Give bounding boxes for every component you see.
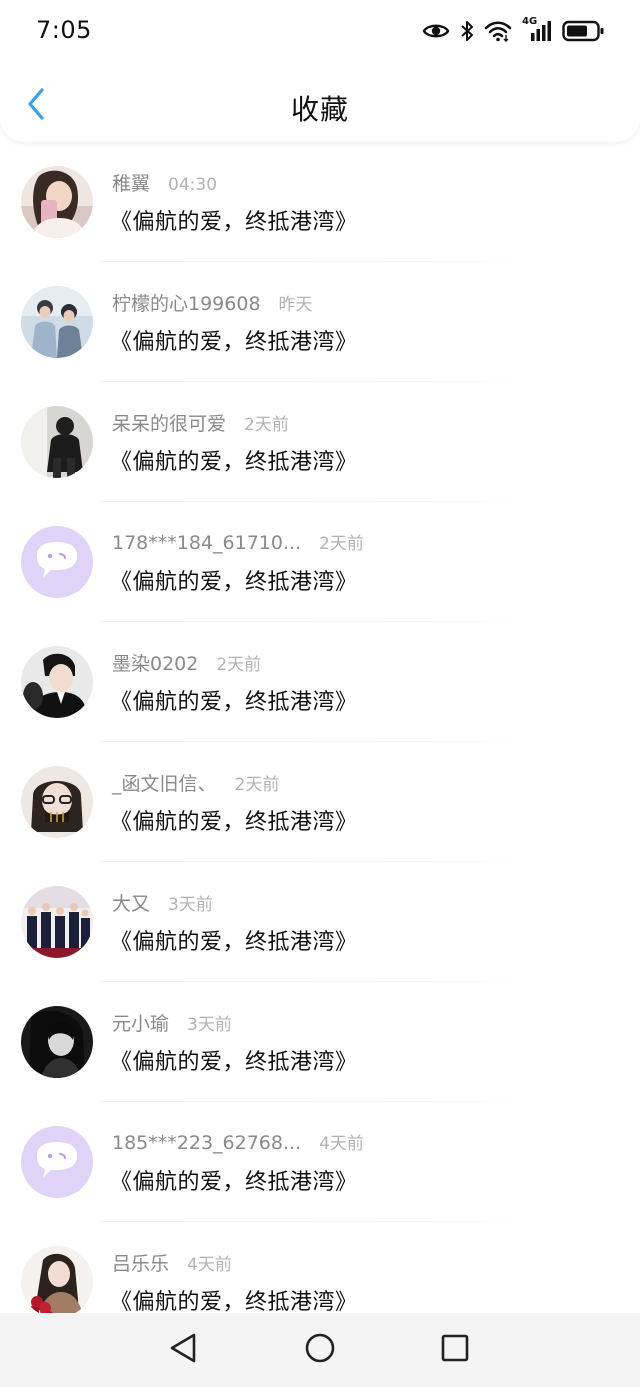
default-avatar-icon[interactable] — [21, 1126, 93, 1198]
user-name[interactable]: _函文旧信、 — [112, 769, 217, 796]
recents-square-icon — [440, 1333, 470, 1367]
battery-icon — [562, 20, 604, 42]
avatar[interactable] — [21, 1006, 93, 1078]
avatar[interactable] — [21, 1246, 93, 1313]
item-meta: 墨染0202 2天前 — [112, 649, 261, 677]
favorite-title[interactable]: 《偏航的爱，终抵港湾》 — [110, 924, 358, 956]
favorite-title[interactable]: 《偏航的爱，终抵港湾》 — [110, 1164, 358, 1196]
avatar[interactable] — [21, 766, 93, 838]
page-title: 收藏 — [290, 93, 349, 126]
timestamp: 昨天 — [278, 295, 313, 315]
status-bar: 7:05 4G — [0, 0, 640, 62]
timestamp: 3天前 — [168, 895, 213, 915]
timestamp: 3天前 — [187, 1015, 232, 1035]
favorite-title[interactable]: 《偏航的爱，终抵港湾》 — [110, 444, 358, 476]
list-item[interactable]: _函文旧信、 2天前 《偏航的爱，终抵港湾》 — [0, 742, 640, 862]
default-avatar-icon[interactable] — [21, 526, 93, 598]
item-meta: 呆呆的很可爱 2天前 — [112, 409, 289, 437]
back-triangle-icon — [168, 1332, 198, 1368]
list-item[interactable]: 吕乐乐 4天前 《偏航的爱，终抵港湾》 — [0, 1222, 640, 1313]
item-meta: 大又 3天前 — [112, 889, 213, 917]
item-meta: 178***184_61710... 2天前 — [112, 529, 364, 557]
item-meta: _函文旧信、 2天前 — [112, 769, 279, 797]
system-nav-bar — [0, 1313, 640, 1387]
item-meta: 稚翼 04:30 — [112, 169, 217, 197]
user-name[interactable]: 178***184_61710... — [112, 532, 301, 554]
item-meta: 元小瑜 3天前 — [112, 1009, 232, 1037]
timestamp: 2天前 — [244, 415, 289, 435]
wifi-icon — [484, 20, 512, 42]
timestamp: 4天前 — [187, 1255, 232, 1275]
timestamp: 2天前 — [319, 534, 364, 554]
list-item[interactable]: 大又 3天前 《偏航的爱，终抵港湾》 — [0, 862, 640, 982]
favorite-title[interactable]: 《偏航的爱，终抵港湾》 — [110, 1044, 358, 1076]
user-name[interactable]: 柠檬的心199608 — [112, 289, 261, 316]
list-item[interactable]: 元小瑜 3天前 《偏航的爱，终抵港湾》 — [0, 982, 640, 1102]
avatar[interactable] — [21, 166, 93, 238]
status-time: 7:05 — [36, 16, 92, 44]
user-name[interactable]: 吕乐乐 — [112, 1249, 169, 1276]
timestamp: 04:30 — [168, 175, 218, 195]
user-name[interactable]: 元小瑜 — [112, 1009, 169, 1036]
status-icons: 4G — [422, 16, 604, 45]
favorites-list: 稚翼 04:30 《偏航的爱，终抵港湾》 柠檬的心199608 昨天 《偏航的爱… — [0, 142, 640, 1313]
user-name[interactable]: 185***223_62768... — [112, 1132, 301, 1154]
eye-icon — [422, 21, 450, 41]
user-name[interactable]: 呆呆的很可爱 — [112, 409, 226, 436]
avatar[interactable] — [21, 886, 93, 958]
nav-back-button[interactable] — [166, 1333, 200, 1367]
user-name[interactable]: 稚翼 — [112, 169, 150, 196]
signal-icon: 4G — [522, 16, 552, 43]
nav-home-button[interactable] — [303, 1333, 337, 1367]
item-meta: 吕乐乐 4天前 — [112, 1249, 232, 1277]
timestamp: 4天前 — [319, 1134, 364, 1154]
avatar[interactable] — [21, 406, 93, 478]
avatar[interactable] — [21, 646, 93, 718]
home-circle-icon — [304, 1332, 336, 1368]
favorite-title[interactable]: 《偏航的爱，终抵港湾》 — [110, 564, 358, 596]
favorite-title[interactable]: 《偏航的爱，终抵港湾》 — [110, 324, 358, 356]
list-item[interactable]: 呆呆的很可爱 2天前 《偏航的爱，终抵港湾》 — [0, 382, 640, 502]
favorite-title[interactable]: 《偏航的爱，终抵港湾》 — [110, 1284, 358, 1313]
timestamp: 2天前 — [216, 655, 262, 675]
list-item[interactable]: 185***223_62768... 4天前 《偏航的爱，终抵港湾》 — [0, 1102, 640, 1222]
user-name[interactable]: 墨染0202 — [112, 649, 198, 676]
favorite-title[interactable]: 《偏航的爱，终抵港湾》 — [110, 204, 358, 236]
list-item[interactable]: 柠檬的心199608 昨天 《偏航的爱，终抵港湾》 — [0, 262, 640, 382]
top-header-card: 7:05 4G 收藏 — [0, 0, 640, 142]
item-meta: 柠檬的心199608 昨天 — [112, 289, 313, 317]
user-name[interactable]: 大又 — [112, 889, 150, 916]
bluetooth-icon — [460, 20, 474, 42]
favorite-title[interactable]: 《偏航的爱，终抵港湾》 — [110, 684, 358, 716]
title-bar: 收藏 — [0, 72, 640, 142]
avatar[interactable] — [21, 286, 93, 358]
list-item[interactable]: 178***184_61710... 2天前 《偏航的爱，终抵港湾》 — [0, 502, 640, 622]
nav-recents-button[interactable] — [438, 1333, 472, 1367]
list-item[interactable]: 墨染0202 2天前 《偏航的爱，终抵港湾》 — [0, 622, 640, 742]
list-item[interactable]: 稚翼 04:30 《偏航的爱，终抵港湾》 — [0, 142, 640, 262]
favorite-title[interactable]: 《偏航的爱，终抵港湾》 — [110, 804, 358, 836]
item-meta: 185***223_62768... 4天前 — [112, 1129, 364, 1157]
timestamp: 2天前 — [234, 775, 280, 795]
